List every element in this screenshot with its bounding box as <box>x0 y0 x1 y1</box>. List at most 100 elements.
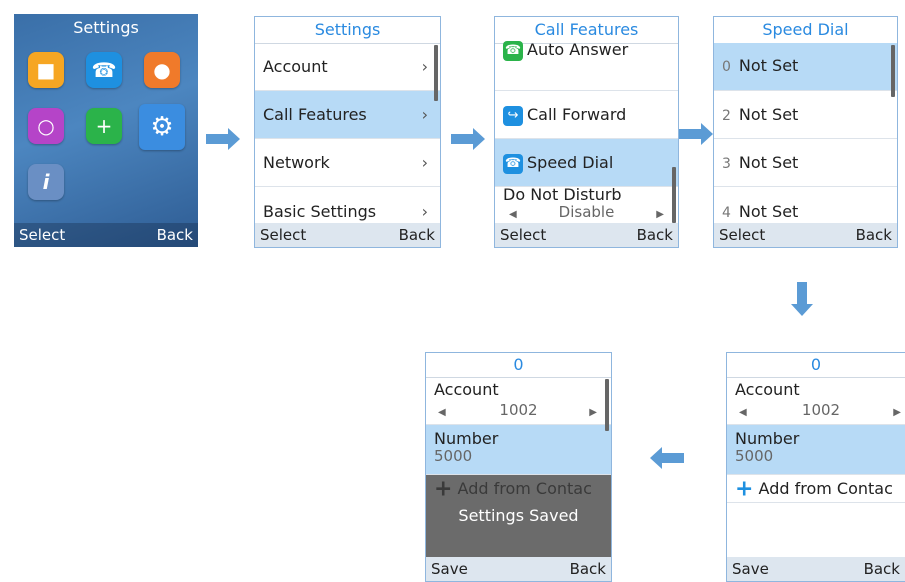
speed-dial-screen: Speed Dial 0 Not Set 2 Not Set 3 Not Set 4N… <box>713 16 898 248</box>
plus-icon: + <box>735 476 754 502</box>
back-softkey[interactable]: Back <box>399 223 435 247</box>
speed-dial-title: Speed Dial <box>714 17 897 44</box>
entry-label: Not Set <box>738 153 799 172</box>
menu-item-do-not-disturb[interactable]: Do Not Disturb ◀ Disable ▶ <box>495 187 678 225</box>
scrollbar[interactable] <box>891 45 895 97</box>
edit-speed-dial-screen: 0 Account ◀ 1002 ▶ Number 5000 + Add fro… <box>726 352 905 582</box>
dnd-value: Disable <box>558 203 615 221</box>
home-softkeys: Select Back <box>14 223 198 247</box>
right-arrow-icon[interactable]: ▶ <box>589 407 597 418</box>
flow-arrow-right-icon <box>206 128 240 150</box>
info-icon[interactable]: i <box>28 164 64 200</box>
call-forward-icon: ↪ <box>503 105 523 126</box>
speed-dial-entry[interactable]: 3 Not Set <box>714 139 897 187</box>
contacts-icon[interactable]: ■ <box>28 52 64 88</box>
speed-dial-entry[interactable]: 0 Not Set <box>714 43 897 91</box>
settings-gear-icon[interactable]: ⚙ <box>139 104 185 150</box>
entry-label: Not Set <box>738 105 799 124</box>
back-softkey[interactable]: Back <box>864 557 900 581</box>
speed-dial-entry[interactable]: 2 Not Set <box>714 91 897 139</box>
scrollbar[interactable] <box>434 45 438 101</box>
save-softkey[interactable]: Save <box>431 557 468 581</box>
select-softkey[interactable]: Select <box>500 223 546 247</box>
menu-item-auto-answer[interactable]: ☎ Auto Answer <box>495 39 678 91</box>
edit-softkeys: Save Back <box>727 557 905 581</box>
saved-softkeys: Save Back <box>426 557 611 581</box>
back-softkey[interactable]: Back <box>570 557 606 581</box>
chevron-right-icon: › <box>421 153 428 172</box>
account-label: Account <box>735 380 800 399</box>
menu-item-label: Call Forward <box>527 105 627 124</box>
entry-number: 4 <box>722 205 731 221</box>
call-features-softkeys: Select Back <box>495 223 678 247</box>
menu-item-label: Network <box>263 153 330 172</box>
flow-arrow-down-icon <box>791 282 813 316</box>
account-field[interactable]: Account ◀ 1002 ▶ <box>426 377 611 425</box>
menu-item-call-features[interactable]: Call Features › <box>255 91 440 139</box>
voicemail-icon[interactable]: ○ <box>28 108 64 144</box>
flow-arrow-right-icon <box>451 128 485 150</box>
account-label: Account <box>434 380 499 399</box>
menu-item-speed-dial[interactable]: ☎ Speed Dial <box>495 139 678 187</box>
flow-arrow-right-icon <box>679 123 713 145</box>
entry-number: 3 <box>722 156 731 172</box>
home-screen: Settings ■ ☎ ● ○ + ⚙ i Select Back <box>14 14 198 247</box>
menu-item-basic-settings[interactable]: Basic Settings › <box>255 187 440 225</box>
account-value: 1002 <box>801 401 841 419</box>
select-softkey[interactable]: Select <box>19 223 65 247</box>
account-value: 1002 <box>499 401 538 419</box>
back-softkey[interactable]: Back <box>157 223 193 247</box>
menu-item-account[interactable]: Account › <box>255 43 440 91</box>
chevron-right-icon: › <box>421 202 428 221</box>
settings-saved-toast: Settings Saved <box>458 506 579 525</box>
add-contact-label: Add from Contac <box>457 479 592 498</box>
edit-title: 0 <box>727 353 905 378</box>
back-softkey[interactable]: Back <box>637 223 673 247</box>
menu-item-label: Speed Dial <box>527 153 614 172</box>
call-features-screen: Call Features ☎ Auto Answer ↪ Call Forward… <box>494 16 679 248</box>
select-softkey[interactable]: Select <box>260 223 306 247</box>
security-icon[interactable]: + <box>86 108 122 144</box>
number-field[interactable]: Number 5000 <box>727 425 905 475</box>
menu-item-call-forward[interactable]: ↪ Call Forward <box>495 91 678 139</box>
settings-saved-screen: 0 Account ◀ 1002 ▶ Number 5000 + Add fro… <box>425 352 612 582</box>
menu-item-network[interactable]: Network › <box>255 139 440 187</box>
chevron-right-icon: › <box>421 57 428 76</box>
speed-dial-entry[interactable]: 4 Not Set <box>714 187 897 225</box>
entry-label: Not Set <box>738 202 799 221</box>
number-field[interactable]: Number 5000 <box>426 425 611 475</box>
call-icon[interactable]: ☎ <box>86 52 122 88</box>
add-contact-label: Add from Contac <box>758 479 893 498</box>
menu-item-label: Account <box>263 57 328 76</box>
number-value: 5000 <box>434 447 473 465</box>
right-arrow-icon[interactable]: ▶ <box>656 209 664 220</box>
account-field[interactable]: Account ◀ 1002 ▶ <box>727 377 905 425</box>
menu-item-label: Basic Settings <box>263 202 377 221</box>
saved-title: 0 <box>426 353 611 378</box>
auto-answer-icon: ☎ <box>503 40 523 61</box>
menu-item-label: Auto Answer <box>527 40 629 59</box>
entry-number: 0 <box>722 59 731 75</box>
settings-softkeys: Select Back <box>255 223 440 247</box>
back-softkey[interactable]: Back <box>856 223 892 247</box>
number-value: 5000 <box>735 447 774 465</box>
entry-number: 2 <box>722 108 731 124</box>
right-arrow-icon[interactable]: ▶ <box>893 407 901 418</box>
entry-label: Not Set <box>738 56 799 75</box>
save-softkey[interactable]: Save <box>732 557 769 581</box>
messages-icon[interactable]: ● <box>144 52 180 88</box>
select-softkey[interactable]: Select <box>719 223 765 247</box>
chevron-right-icon: › <box>421 105 428 124</box>
settings-title: Settings <box>255 17 440 44</box>
add-from-contacts-button[interactable]: + Add from Contac <box>727 475 905 503</box>
settings-screen: Settings Account › Call Features › Netwo… <box>254 16 441 248</box>
scrollbar[interactable] <box>672 167 676 223</box>
speed-dial-softkeys: Select Back <box>714 223 897 247</box>
plus-icon: + <box>434 476 453 502</box>
home-title: Settings <box>73 18 139 37</box>
flow-arrow-left-icon <box>650 447 684 469</box>
menu-item-label: Call Features <box>263 105 367 124</box>
scrollbar[interactable] <box>605 379 609 431</box>
add-from-contacts-button: + Add from Contac <box>426 475 611 503</box>
speed-dial-icon: ☎ <box>503 153 523 174</box>
